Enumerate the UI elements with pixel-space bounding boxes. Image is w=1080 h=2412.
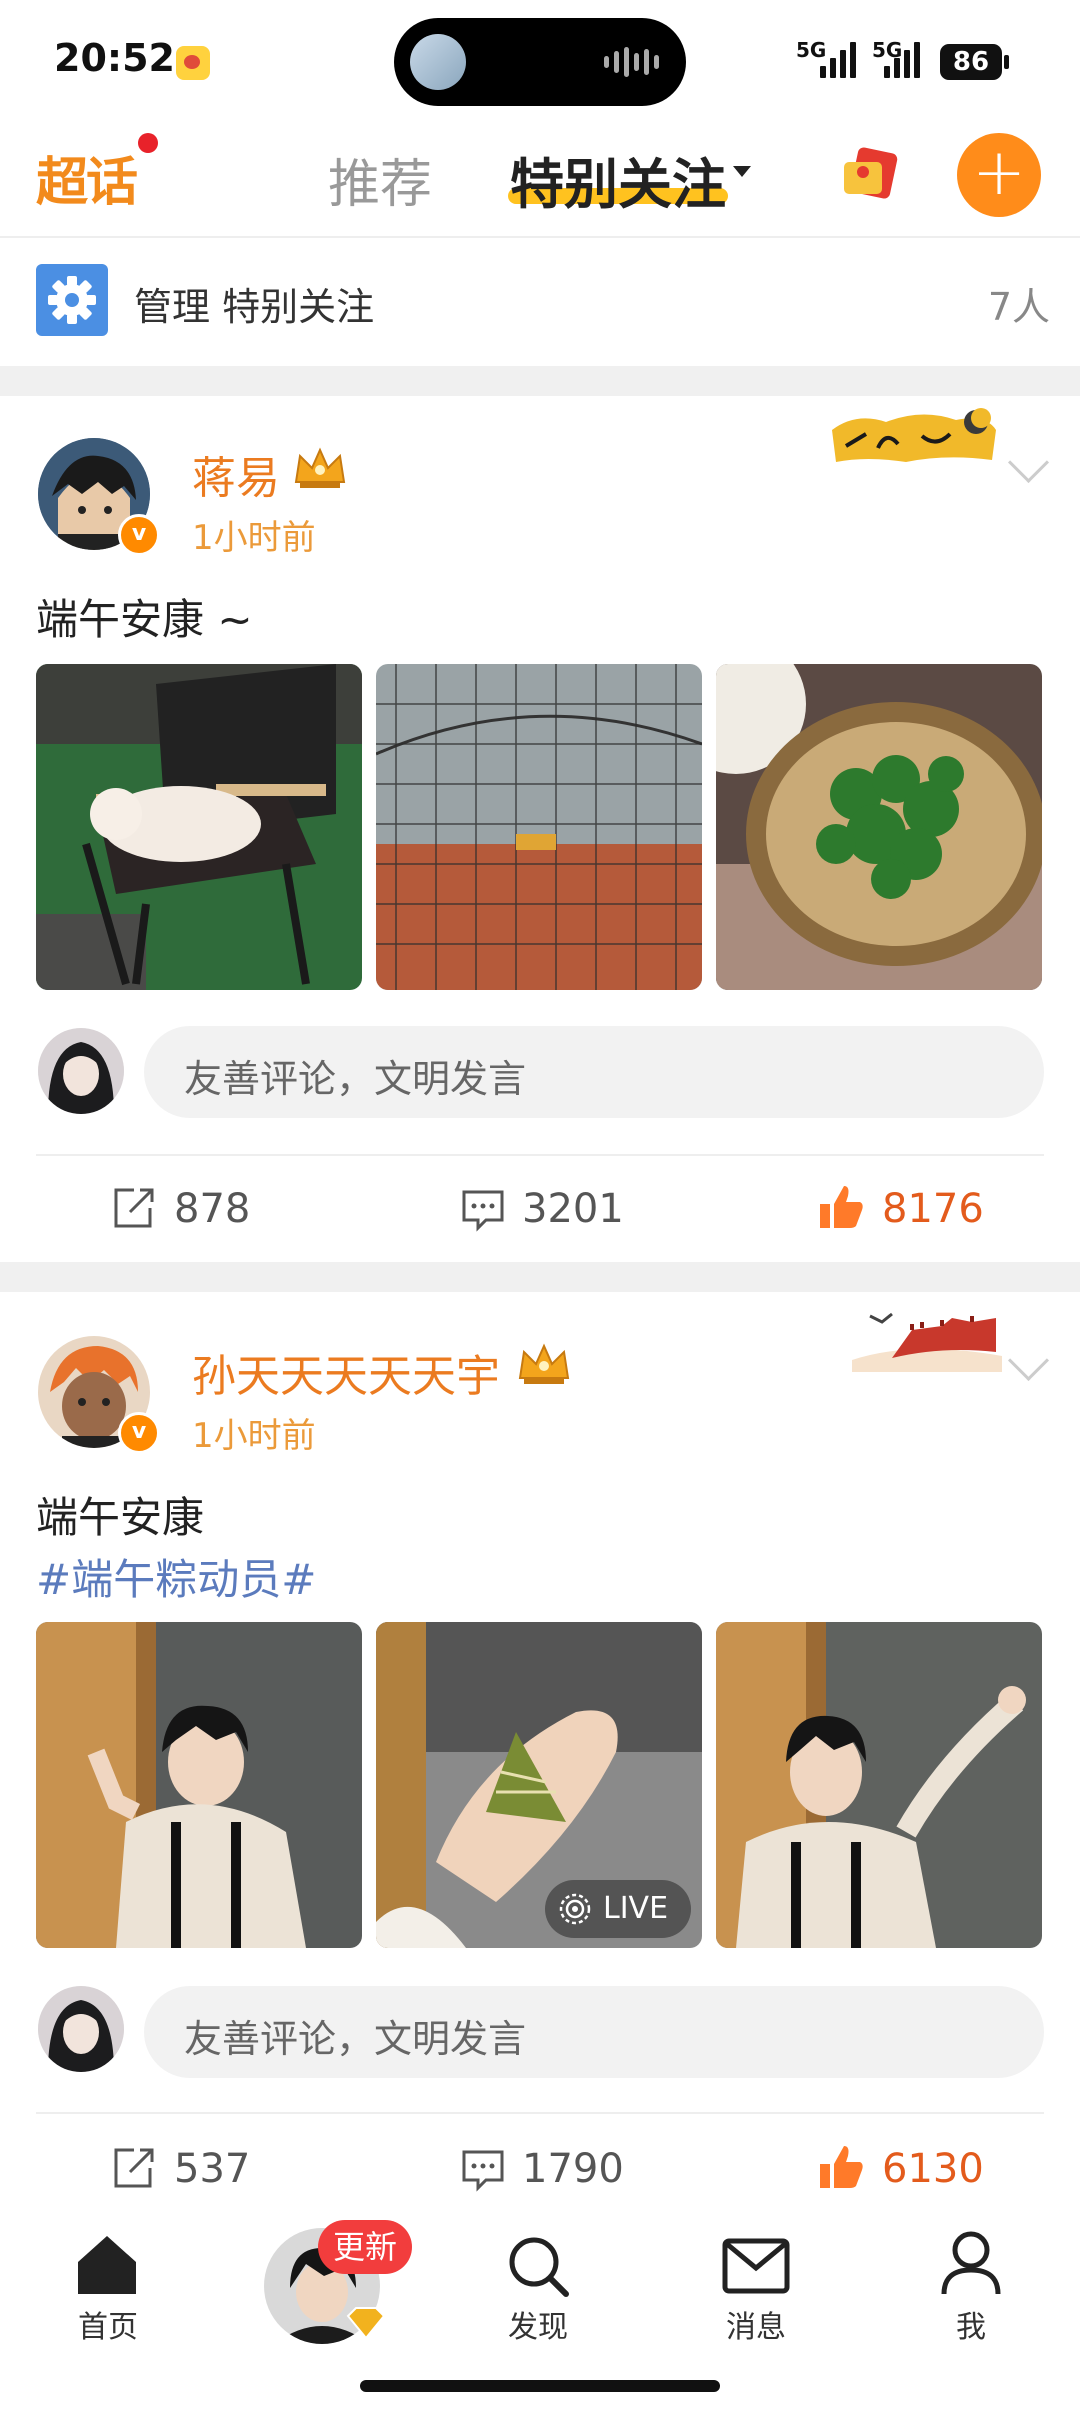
thumbs-up-icon[interactable] [816, 2142, 866, 2192]
chevron-down-icon[interactable] [1007, 441, 1050, 484]
caret-down-icon[interactable] [733, 166, 751, 177]
like-count[interactable]: 8176 [882, 1186, 984, 1232]
compose-plus-button[interactable]: + [957, 133, 1041, 217]
live-icon [559, 1893, 591, 1925]
verified-badge-icon: v [118, 514, 160, 556]
search-icon[interactable] [506, 2234, 570, 2298]
comment-input[interactable]: 友善评论，文明发言 [144, 1026, 1044, 1118]
dynamic-island[interactable] [394, 18, 686, 106]
weibo-notification-icon [176, 46, 210, 80]
my-avatar [38, 1986, 124, 2072]
post-text: 端午安康 [36, 1493, 205, 1542]
repost-icon[interactable] [110, 1186, 156, 1232]
follow-count: 7人 [987, 285, 1050, 329]
battery-indicator: 86 [940, 44, 1009, 80]
live-badge: LIVE [545, 1880, 691, 1938]
comment-placeholder: 友善评论，文明发言 [184, 1057, 527, 1101]
comment-icon[interactable] [460, 1188, 506, 1232]
nav-me-label[interactable]: 我 [911, 2302, 1031, 2346]
red-packet-icon[interactable] [840, 142, 902, 204]
profile-icon[interactable] [940, 2230, 1002, 2296]
home-indicator[interactable] [360, 2380, 720, 2392]
update-badge: 更新 [318, 2220, 412, 2274]
supertopic-logo[interactable]: 超话 [36, 140, 138, 215]
post-time: 1小时前 [192, 518, 316, 558]
post-image-tennis-court[interactable] [376, 664, 702, 990]
comment-placeholder: 友善评论，文明发言 [184, 2017, 527, 2061]
great-wall-decoration-icon [852, 1300, 1002, 1372]
home-icon[interactable] [74, 2232, 140, 2298]
nav-messages-label[interactable]: 消息 [696, 2302, 816, 2346]
nav-discover-label[interactable]: 发现 [478, 2302, 598, 2346]
nav-home-label[interactable]: 首页 [48, 2302, 168, 2346]
tab-special-follow[interactable]: 特别关注 [510, 140, 726, 219]
section-separator [0, 366, 1080, 396]
manage-special-follow-label[interactable]: 管理 特别关注 [134, 276, 374, 331]
card-decoration-icon [826, 400, 1002, 468]
signal-icon-1 [820, 40, 860, 78]
post-author-name[interactable]: 孙天天天天天宇 [192, 1340, 500, 1404]
crown-badge-icon [516, 1342, 572, 1386]
section-separator [0, 1262, 1080, 1292]
crown-badge-icon [292, 446, 348, 490]
nav-divider [0, 236, 1080, 238]
status-time: 20:52 [54, 36, 175, 80]
post-image-hand-up[interactable] [716, 1622, 1042, 1948]
gear-icon[interactable] [36, 264, 108, 336]
post-image-peace-sign[interactable] [36, 1622, 362, 1948]
post-image-cat-chair[interactable] [36, 664, 362, 990]
mail-icon[interactable] [722, 2238, 790, 2294]
post-image-soup-bowl[interactable] [716, 664, 1042, 990]
post-text: 端午安康 ~ [36, 595, 253, 644]
post-divider [36, 1154, 1044, 1156]
post-divider [36, 2112, 1044, 2114]
post-time: 1小时前 [192, 1416, 316, 1456]
repost-icon[interactable] [110, 2146, 156, 2192]
notification-dot [138, 133, 158, 153]
comment-count[interactable]: 3201 [522, 1186, 624, 1232]
verified-badge-icon: v [118, 1412, 160, 1454]
repost-count[interactable]: 878 [174, 1186, 250, 1232]
repost-count[interactable]: 537 [174, 2146, 250, 2192]
live-label: LIVE [603, 1891, 669, 1926]
comment-icon[interactable] [460, 2148, 506, 2192]
status-bar: 20:52 5G 5G 86 [0, 0, 1080, 120]
post-author-name[interactable]: 蒋易 [192, 442, 280, 506]
hashtag-link[interactable]: #端午粽动员# [36, 1546, 316, 1607]
signal-icon-2 [884, 40, 924, 78]
comment-input[interactable]: 友善评论，文明发言 [144, 1986, 1044, 2078]
chevron-down-icon[interactable] [1007, 1339, 1050, 1382]
like-count[interactable]: 6130 [882, 2146, 984, 2192]
diamond-icon [344, 2306, 388, 2340]
my-avatar [38, 1028, 124, 1114]
now-playing-avatar [410, 34, 466, 90]
thumbs-up-icon[interactable] [816, 1182, 866, 1232]
audio-wave-icon [604, 46, 660, 78]
tab-recommended[interactable]: 推荐 [328, 142, 432, 217]
comment-count[interactable]: 1790 [522, 2146, 624, 2192]
